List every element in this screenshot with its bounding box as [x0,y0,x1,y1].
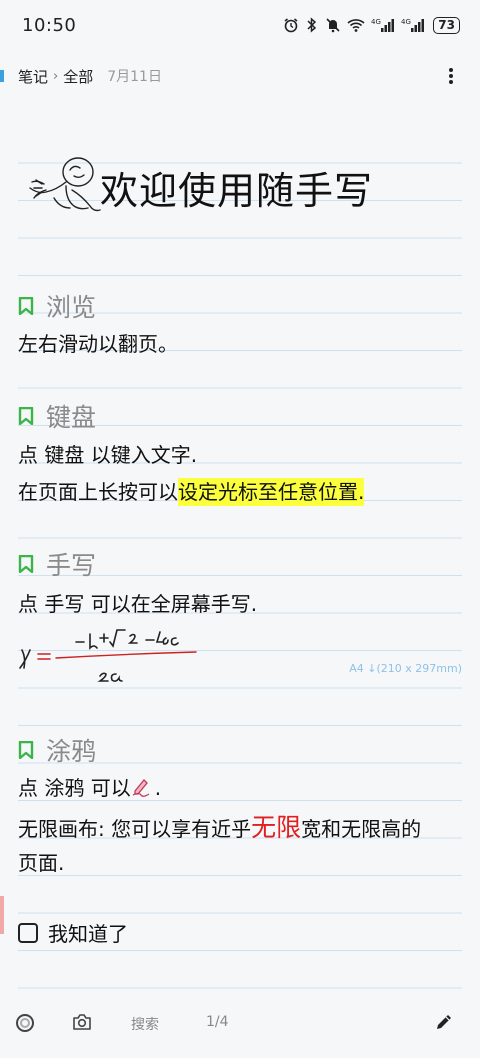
checkbox-label: 我知道了 [48,922,128,946]
bookmark-icon [18,741,34,759]
bookmark-icon [18,297,34,315]
status-icons: 4G 4G 73 [283,16,460,34]
text-line: 点 涂鸦 可以. [18,772,161,801]
status-time: 10:50 [22,14,77,36]
wifi-icon [347,18,365,32]
bluetooth-icon [305,17,319,33]
section-heading-text: 浏览 [46,293,97,322]
signal-4g-icon: 4G [401,17,425,33]
text-line: 无限画布: 您可以享有近乎无限宽和无限高的 [18,808,421,844]
status-bar: 10:50 4G 4G 73 [0,0,480,50]
text-run: 点 涂鸦 可以 [18,776,131,800]
battery-indicator: 73 [433,16,460,34]
camera-icon[interactable] [72,1013,92,1031]
section-heading-text: 键盘 [46,403,97,432]
search-button[interactable]: 搜索 [131,1014,159,1034]
text-run: 宽和无限高的 [301,817,422,841]
more-options-icon[interactable] [444,66,458,86]
alarm-icon [283,17,299,33]
page-indicator[interactable]: 1/4 [206,1014,229,1030]
breadcrumb-notebook[interactable]: 笔记 [18,66,48,87]
header-accent [0,70,4,82]
record-circle-icon[interactable] [16,1014,34,1032]
doodle-sketch-icon [29,157,101,212]
pen-icon[interactable] [434,1012,454,1032]
doodle-pen-icon [132,779,150,797]
text-line: 左右滑动以翻页。 [18,332,178,356]
title-row: 欢迎使用随手写 [26,150,373,224]
text-run: 在页面上长按可以 [18,480,178,504]
svg-text:4G: 4G [401,18,411,26]
emphasized-text: 无限 [251,813,302,842]
text-line: 页面. [18,851,65,875]
breadcrumb-separator: › [53,68,59,84]
text-run: . [154,776,162,800]
svg-text:4G: 4G [371,18,381,26]
section-heading-browse: 浏览 [18,288,96,324]
section-heading-handwriting: 手写 [18,546,96,582]
highlighted-text: 设定光标至任意位置. [178,478,365,506]
bottom-toolbar: 搜索 1/4 [0,1006,480,1040]
text-line: 点 手写 可以在全屏幕手写. [18,592,258,616]
section-heading-text: 手写 [46,551,97,580]
note-header: 笔记 › 全部 7月11日 [0,56,480,96]
signal-4g-icon: 4G [371,17,395,33]
bookmark-icon [18,407,34,425]
paper-size-label: A4 ↓(210 x 297mm) [349,662,462,675]
page-edge-marker [0,896,4,934]
text-line: 在页面上长按可以设定光标至任意位置. [18,476,365,506]
bookmark-icon [18,555,34,573]
got-it-checkbox-row[interactable]: 我知道了 [18,918,128,947]
text-line: 点 键盘 以键入文字. [18,443,198,467]
section-heading-text: 涂鸦 [46,737,97,766]
page-title: 欢迎使用随手写 [100,168,374,213]
text-run: 无限画布: 您可以享有近乎 [18,817,252,841]
note-date: 7月11日 [107,69,162,85]
section-heading-keyboard: 键盘 [18,398,96,434]
section-heading-doodle: 涂鸦 [18,732,96,768]
checkbox[interactable] [18,922,38,943]
mute-icon [325,17,341,33]
handwritten-formula [19,629,197,682]
breadcrumb-folder[interactable]: 全部 [63,66,93,87]
